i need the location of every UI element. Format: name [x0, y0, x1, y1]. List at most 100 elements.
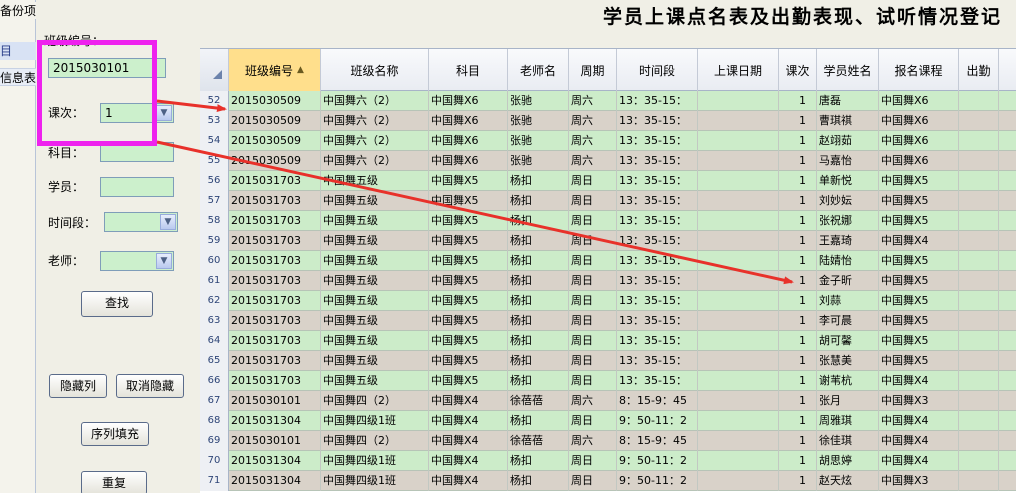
cell-class-no[interactable]: 2015031703 — [229, 311, 321, 331]
cell-class-no[interactable]: 2015031703 — [229, 251, 321, 271]
cell-att[interactable] — [959, 191, 999, 211]
nav-item-backup[interactable]: 备份项 — [0, 2, 36, 19]
cell-subject[interactable]: 中国舞X6 — [429, 91, 508, 111]
cell-class-no[interactable]: 2015030509 — [229, 91, 321, 111]
row-number[interactable]: 67 — [200, 391, 229, 411]
cell-class-name[interactable]: 中国舞五级 — [321, 371, 429, 391]
cell-class-name[interactable]: 中国舞六（2） — [321, 91, 429, 111]
row-number[interactable]: 71 — [200, 471, 229, 491]
cell-teacher[interactable]: 杨扣 — [508, 371, 569, 391]
table-row[interactable]: 58 2015031703 中国舞五级 中国舞X5 杨扣 周日 13：35-15： 1 张祝娜中… — [200, 211, 1016, 231]
cell-course[interactable]: 中国舞X4 — [879, 431, 959, 451]
cell-course[interactable]: 中国舞X6 — [879, 91, 959, 111]
cell-lesson[interactable]: 1 — [779, 231, 817, 251]
cell-date[interactable] — [698, 431, 779, 451]
table-row[interactable]: 68 2015031304 中国舞四级1班 中国舞X4 杨扣 周日 9：50-11：2 1 周雅… — [200, 411, 1016, 431]
cell-subject[interactable]: 中国舞X4 — [429, 471, 508, 491]
cell-teacher[interactable]: 杨扣 — [508, 411, 569, 431]
cell-class-name[interactable]: 中国舞四级1班 — [321, 471, 429, 491]
cell-time[interactable]: 13：35-15： — [617, 271, 698, 291]
cell-period[interactable]: 周六 — [569, 431, 617, 451]
cell-class-name[interactable]: 中国舞四（2） — [321, 391, 429, 411]
cell-period[interactable]: 周日 — [569, 171, 617, 191]
column-header-att[interactable]: 出勤 — [959, 49, 999, 91]
table-row[interactable]: 63 2015031703 中国舞五级 中国舞X5 杨扣 周日 13：35-15： 1 李可晨中… — [200, 311, 1016, 331]
reset-button[interactable]: 重复 — [81, 471, 147, 493]
cell-subject[interactable]: 中国舞X5 — [429, 191, 508, 211]
cell-course[interactable]: 中国舞X4 — [879, 371, 959, 391]
cell-att[interactable] — [959, 291, 999, 311]
nav-item-info-table[interactable]: 信息表 — [0, 68, 36, 86]
cell-period[interactable]: 周六 — [569, 391, 617, 411]
cell-teacher[interactable]: 杨扣 — [508, 191, 569, 211]
cell-period[interactable]: 周六 — [569, 151, 617, 171]
cell-time[interactable]: 13：35-15： — [617, 211, 698, 231]
column-header-student[interactable]: 学员姓名 — [817, 49, 879, 91]
cell-period[interactable]: 周日 — [569, 271, 617, 291]
cell-teacher[interactable]: 杨扣 — [508, 351, 569, 371]
cell-student[interactable]: 刘蒜 — [817, 291, 879, 311]
cell-lesson[interactable]: 1 — [779, 371, 817, 391]
cell-att[interactable] — [959, 251, 999, 271]
table-row[interactable]: 66 2015031703 中国舞五级 中国舞X5 杨扣 周日 13：35-15： 1 谢苇杭中… — [200, 371, 1016, 391]
cell-date[interactable] — [698, 331, 779, 351]
cell-time[interactable]: 13：35-15： — [617, 351, 698, 371]
row-number[interactable]: 56 — [200, 171, 229, 191]
column-header-class-no[interactable]: 班级编号 ▲ — [229, 49, 321, 91]
cell-student[interactable]: 徐佳琪 — [817, 431, 879, 451]
cell-student[interactable]: 陆婧怡 — [817, 251, 879, 271]
table-row[interactable]: 67 2015030101 中国舞四（2） 中国舞X4 徐蓓蓓 周六 8：15-9：45 1 张… — [200, 391, 1016, 411]
cell-teacher[interactable]: 徐蓓蓓 — [508, 391, 569, 411]
cell-class-no[interactable]: 2015031703 — [229, 171, 321, 191]
unhide-button[interactable]: 取消隐藏 — [116, 374, 184, 398]
cell-period[interactable]: 周日 — [569, 351, 617, 371]
cell-teacher[interactable]: 杨扣 — [508, 471, 569, 491]
column-header-period[interactable]: 周期 — [569, 49, 617, 91]
cell-student[interactable]: 李可晨 — [817, 311, 879, 331]
cell-lesson[interactable]: 1 — [779, 171, 817, 191]
cell-lesson[interactable]: 1 — [779, 391, 817, 411]
cell-course[interactable]: 中国舞X3 — [879, 391, 959, 411]
cell-course[interactable]: 中国舞X4 — [879, 411, 959, 431]
cell-period[interactable]: 周日 — [569, 211, 617, 231]
cell-period[interactable]: 周日 — [569, 331, 617, 351]
column-header-subject[interactable]: 科目 — [429, 49, 508, 91]
cell-lesson[interactable]: 1 — [779, 251, 817, 271]
cell-class-no[interactable]: 2015030509 — [229, 131, 321, 151]
row-number[interactable]: 68 — [200, 411, 229, 431]
cell-teacher[interactable]: 杨扣 — [508, 171, 569, 191]
cell-subject[interactable]: 中国舞X5 — [429, 311, 508, 331]
cell-class-name[interactable]: 中国舞五级 — [321, 171, 429, 191]
cell-class-no[interactable]: 2015031703 — [229, 331, 321, 351]
cell-class-name[interactable]: 中国舞五级 — [321, 351, 429, 371]
row-number[interactable]: 62 — [200, 291, 229, 311]
cell-time[interactable]: 8：15-9：45 — [617, 391, 698, 411]
cell-time[interactable]: 13：35-15： — [617, 131, 698, 151]
cell-subject[interactable]: 中国舞X5 — [429, 211, 508, 231]
cell-time[interactable]: 13：35-15： — [617, 111, 698, 131]
cell-class-no[interactable]: 2015031703 — [229, 271, 321, 291]
cell-class-no[interactable]: 2015031304 — [229, 411, 321, 431]
table-row[interactable]: 61 2015031703 中国舞五级 中国舞X5 杨扣 周日 13：35-15： 1 金子昕中… — [200, 271, 1016, 291]
cell-teacher[interactable]: 张驰 — [508, 111, 569, 131]
cell-class-no[interactable]: 2015031703 — [229, 351, 321, 371]
cell-period[interactable]: 周日 — [569, 451, 617, 471]
cell-course[interactable]: 中国舞X5 — [879, 331, 959, 351]
cell-subject[interactable]: 中国舞X5 — [429, 231, 508, 251]
cell-student[interactable]: 胡可馨 — [817, 331, 879, 351]
row-number[interactable]: 60 — [200, 251, 229, 271]
cell-student[interactable]: 曹琪祺 — [817, 111, 879, 131]
search-button[interactable]: 查找 — [81, 291, 153, 317]
cell-att[interactable] — [959, 211, 999, 231]
cell-time[interactable]: 8：15-9：45 — [617, 431, 698, 451]
cell-time[interactable]: 13：35-15： — [617, 191, 698, 211]
cell-course[interactable]: 中国舞X5 — [879, 211, 959, 231]
cell-date[interactable] — [698, 91, 779, 111]
column-header-date[interactable]: 上课日期 — [698, 49, 779, 91]
cell-att[interactable] — [959, 471, 999, 491]
student-input[interactable] — [100, 177, 174, 197]
cell-teacher[interactable]: 杨扣 — [508, 271, 569, 291]
nav-item-selected[interactable]: 目 — [0, 42, 36, 60]
cell-lesson[interactable]: 1 — [779, 91, 817, 111]
cell-time[interactable]: 13：35-15： — [617, 171, 698, 191]
